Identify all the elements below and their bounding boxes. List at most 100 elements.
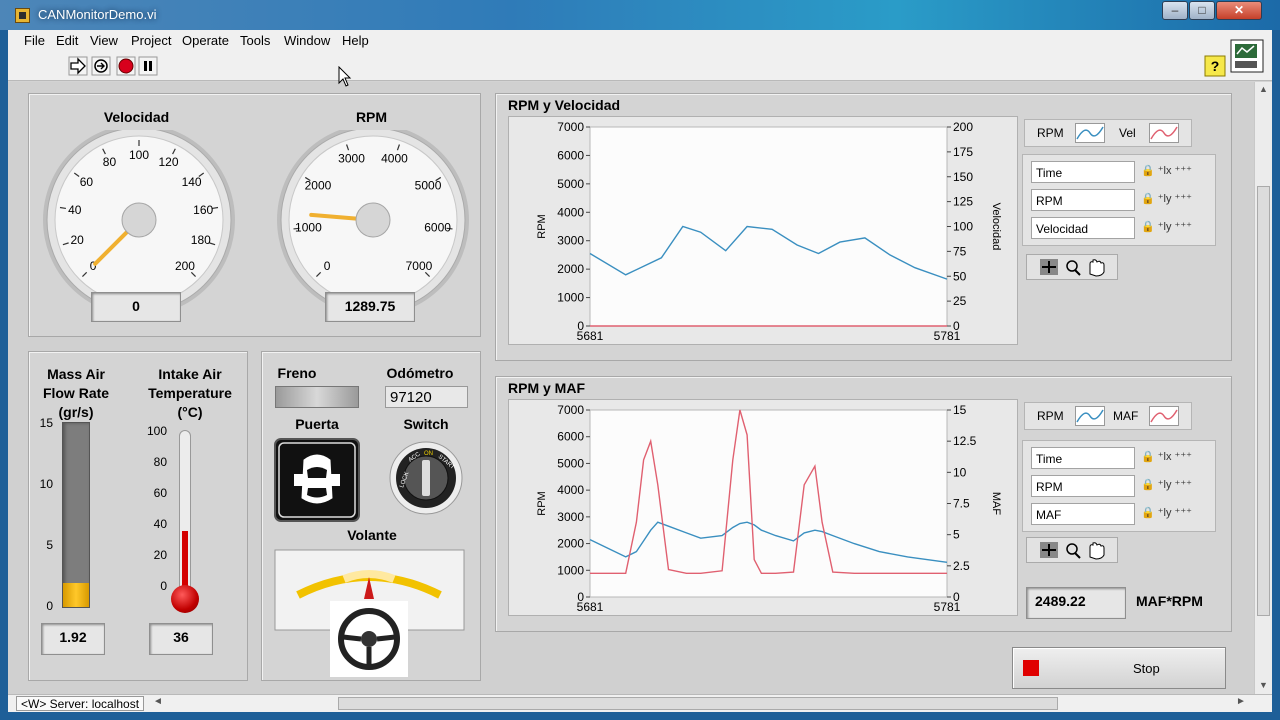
velocidad-gauge-tick-label: 200 — [175, 259, 195, 273]
menu-tools[interactable]: Tools — [240, 33, 270, 48]
menu-project[interactable]: Project — [131, 33, 171, 48]
chart1-y-tick-label: 2000 — [557, 262, 584, 276]
legend-line-icon — [1075, 123, 1105, 143]
chart2-graph-palette[interactable] — [1026, 537, 1118, 563]
scroll-up-icon[interactable]: ▲ — [1259, 84, 1268, 94]
chart2-y2-tick-label: 5 — [953, 528, 960, 542]
chart2-cursor-legend: Time RPM MAF 🔒 ⁺lx ⁺⁺⁺ 🔒 ⁺ly ⁺⁺⁺ 🔒 ⁺ly ⁺… — [1022, 440, 1216, 532]
cursor-rpm[interactable]: RPM — [1031, 475, 1135, 497]
stop-button[interactable]: Stop — [1012, 647, 1226, 689]
switch-on-label: ON — [424, 451, 433, 457]
menu-view[interactable]: View — [90, 33, 118, 48]
help-icon[interactable]: ? — [1204, 55, 1226, 77]
pause-icon[interactable] — [138, 56, 158, 76]
cursor-time[interactable]: Time — [1031, 161, 1135, 183]
scroll-right-icon[interactable]: ► — [1236, 696, 1246, 707]
menu-window[interactable]: Window — [284, 33, 330, 48]
maf-label: Mass Air Flow Rate (gr/s) — [42, 366, 110, 420]
volante-label: Volante — [347, 527, 397, 543]
cursor-controls-icon[interactable]: 🔒 ⁺ly ⁺⁺⁺ — [1141, 192, 1192, 205]
velocidad-gauge-tick-label: 120 — [158, 155, 178, 169]
rpm-gauge-tick-label: 1000 — [295, 220, 322, 234]
rpm-gauge-tick-label: 0 — [324, 259, 331, 273]
menu-edit[interactable]: Edit — [56, 33, 78, 48]
cursor-velocidad[interactable]: Velocidad — [1031, 217, 1135, 239]
maf-rpm-label: MAF*RPM — [1136, 593, 1203, 609]
scroll-left-icon[interactable]: ◄ — [153, 696, 163, 707]
chart2-y-tick-label: 3000 — [557, 510, 584, 524]
velocidad-gauge-tick-label: 40 — [68, 203, 82, 217]
minimize-button[interactable]: – — [1162, 1, 1188, 20]
chart1-y-tick-label: 6000 — [557, 148, 584, 162]
maf-rpm-value: 2489.22 — [1026, 587, 1126, 619]
chart1-y-tick-label: 4000 — [557, 205, 584, 219]
cursor-controls-icon[interactable]: 🔒 ⁺lx ⁺⁺⁺ — [1141, 164, 1192, 177]
switch-label: Switch — [403, 416, 449, 432]
rpm-value: 1289.75 — [325, 292, 415, 322]
puerta-label: Puerta — [295, 416, 339, 432]
rpm-gauge-tick-label: 5000 — [415, 178, 442, 192]
vi-icon — [1230, 39, 1264, 73]
chart1-y2-tick-label: 125 — [953, 195, 973, 209]
legend-line-icon — [1075, 406, 1105, 426]
chart1-graph-palette[interactable] — [1026, 254, 1118, 280]
volante-indicator[interactable] — [274, 549, 466, 679]
velocidad-gauge-tick-label: 100 — [129, 148, 149, 162]
run-arrow-icon[interactable] — [68, 56, 88, 76]
velocidad-gauge-tick-label: 180 — [191, 233, 211, 247]
window-title: CANMonitorDemo.vi — [38, 7, 157, 22]
cursor-time[interactable]: Time — [1031, 447, 1135, 469]
chart2-legend[interactable]: RPM MAF — [1024, 402, 1192, 430]
velocidad-gauge-tick-label: 140 — [182, 175, 202, 189]
chart1-y-tick-label: 5000 — [557, 177, 584, 191]
toolbar: ? — [8, 39, 1272, 81]
cursor-maf[interactable]: MAF — [1031, 503, 1135, 525]
maf-tank-fill — [63, 583, 89, 607]
menu-file[interactable]: File — [24, 33, 45, 48]
server-status: <W> Server: localhost — [16, 696, 145, 711]
chart2-x-tick-label: 5781 — [934, 600, 961, 614]
chart1-x-tick-label: 5681 — [577, 329, 604, 343]
maf-tank[interactable] — [62, 422, 90, 608]
chart1-y2-tick-label: 25 — [953, 294, 967, 308]
chart2-legend-maf: MAF — [1113, 409, 1139, 423]
chart2-y2-tick-label: 2.5 — [953, 559, 970, 573]
chart1-y2-tick-label: 50 — [953, 269, 967, 283]
abort-icon[interactable] — [116, 56, 136, 76]
velocidad-value: 0 — [91, 292, 181, 322]
menu-operate[interactable]: Operate — [182, 33, 229, 48]
chart1-legend[interactable]: RPM Vel — [1024, 119, 1192, 147]
cursor-controls-icon[interactable]: 🔒 ⁺ly ⁺⁺⁺ — [1141, 220, 1192, 233]
ignition-switch[interactable]: LOCK ACC ON START — [388, 440, 464, 518]
iat-thermometer[interactable] — [179, 430, 191, 588]
horizontal-scroll-thumb[interactable] — [338, 697, 1058, 710]
vertical-scrollbar[interactable]: ▲ ▼ — [1254, 82, 1272, 694]
chart2-y2-tick-label: 15 — [953, 403, 967, 417]
chart1-y2label: Velocidad — [990, 203, 1002, 251]
velocidad-gauge-tick-label: 20 — [71, 233, 85, 247]
cursor-controls-icon[interactable]: 🔒 ⁺ly ⁺⁺⁺ — [1141, 506, 1192, 519]
iat-label: Intake Air Temperature (°C) — [148, 366, 232, 420]
chart1-plot[interactable]: 7000600050004000300020001000020017515012… — [509, 117, 1019, 346]
chart1-y-tick-label: 7000 — [557, 120, 584, 134]
chart2-plot[interactable]: 700060005000400030002000100001512.5107.5… — [509, 400, 1019, 617]
chart1-ylabel: RPM — [536, 214, 548, 238]
cursor-rpm[interactable]: RPM — [1031, 189, 1135, 211]
velocidad-gauge-tick-label: 160 — [193, 203, 213, 217]
close-button[interactable]: ✕ — [1216, 1, 1262, 20]
puerta-indicator[interactable] — [274, 438, 360, 522]
chart1-cluster: RPM y Velocidad 7000 6000 5000 4000 3000 2000… — [495, 93, 1232, 361]
chart1-y2-tick-label: 75 — [953, 244, 967, 258]
stop-label: Stop — [1133, 661, 1160, 676]
rpm-gauge-tick-label: 3000 — [338, 152, 365, 166]
iat-thermometer-fill — [182, 530, 188, 587]
scroll-down-icon[interactable]: ▼ — [1259, 680, 1268, 690]
maximize-button[interactable]: □ — [1189, 1, 1215, 20]
run-continuously-icon[interactable] — [91, 56, 111, 76]
menu-help[interactable]: Help — [342, 33, 369, 48]
scroll-thumb[interactable] — [1257, 186, 1270, 616]
cursor-controls-icon[interactable]: 🔒 ⁺lx ⁺⁺⁺ — [1141, 450, 1192, 463]
chart1-cursor-legend: Time RPM Velocidad 🔒 ⁺lx ⁺⁺⁺ 🔒 ⁺ly ⁺⁺⁺ 🔒… — [1022, 154, 1216, 246]
gauges-cluster: Velocidad RPM 0 20 40 60 80 100 120 140 160 180 20… — [28, 93, 481, 337]
cursor-controls-icon[interactable]: 🔒 ⁺ly ⁺⁺⁺ — [1141, 478, 1192, 491]
